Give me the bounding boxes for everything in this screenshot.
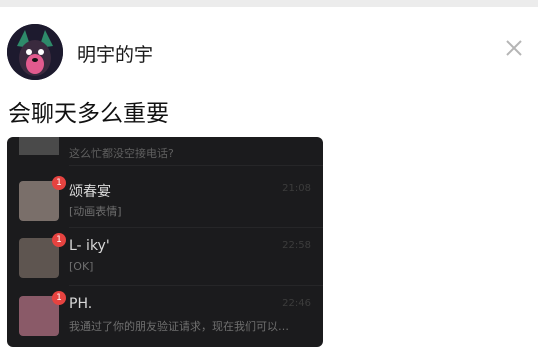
dog-avatar-icon (7, 24, 63, 80)
divider (69, 165, 323, 166)
message-preview: 我通过了你的朋友验证请求，现在我们可以… (69, 320, 289, 333)
post-title: 会聊天多么重要 (8, 101, 169, 127)
chat-list-item[interactable]: 1 PH. 我通过了你的朋友验证请求，现在我们可以… 22:46 (7, 291, 323, 347)
unread-badge: 1 (52, 291, 66, 305)
unread-badge: 1 (52, 233, 66, 247)
divider (69, 227, 323, 228)
message-time: 22:46 (282, 298, 311, 309)
chat-screenshot-image[interactable]: 这么忙都没空接电话? 1 颂春宴 [动画表情] 21:08 1 L- iky' … (7, 137, 323, 347)
message-time: 21:08 (282, 183, 311, 194)
chat-list-item[interactable]: 1 L- iky' [OK] 22:58 (7, 233, 323, 296)
author-avatar[interactable] (7, 24, 63, 80)
message-time: 22:58 (282, 240, 311, 251)
message-preview: [动画表情] (69, 205, 122, 218)
close-icon (506, 40, 522, 56)
top-divider (0, 0, 538, 7)
chat-list-item[interactable]: 1 颂春宴 [动画表情] 21:08 (7, 176, 323, 239)
contact-avatar (19, 137, 59, 155)
contact-name: L- iky' (69, 238, 110, 254)
contact-name: 颂春宴 (69, 184, 111, 200)
divider (69, 285, 323, 286)
contact-name: PH. (69, 296, 93, 312)
close-button[interactable] (500, 34, 528, 62)
unread-badge: 1 (52, 176, 66, 190)
author-name[interactable]: 明宇的宇 (77, 40, 153, 67)
message-preview: 这么忙都没空接电话? (69, 147, 174, 160)
message-preview: [OK] (69, 260, 94, 273)
